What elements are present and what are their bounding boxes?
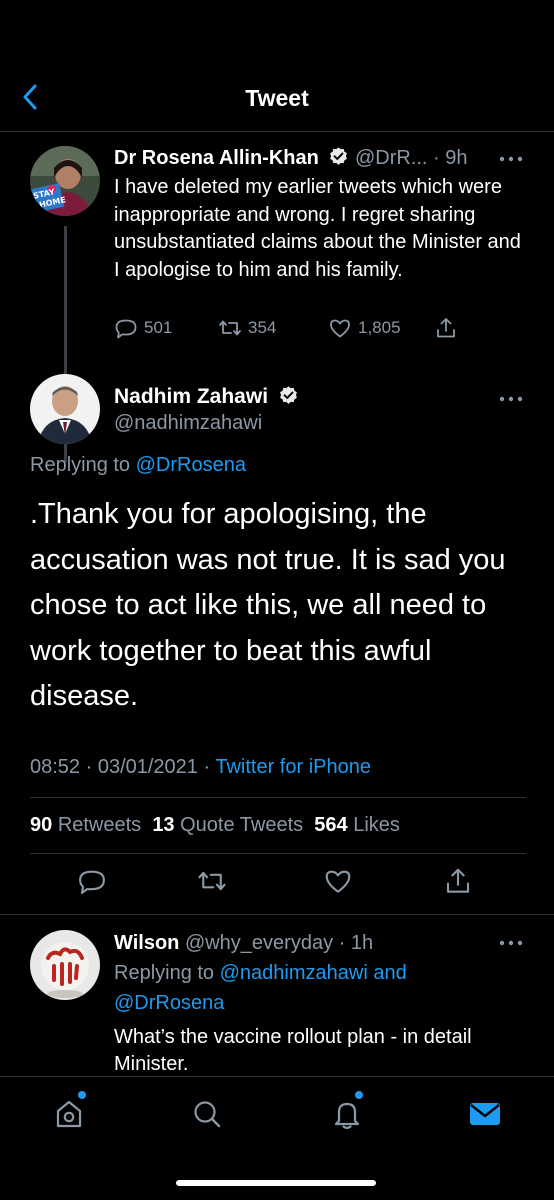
tweet-header: Wilson @why_everyday · 1h: [114, 932, 373, 955]
quotes-count: 13: [152, 814, 175, 836]
replying-prefix: Replying to: [30, 454, 136, 476]
likes-count: 564: [314, 814, 348, 836]
page-title: Tweet: [245, 85, 309, 111]
reply-count: 501: [144, 318, 173, 337]
divider: [30, 853, 526, 854]
like-button[interactable]: 1,805: [328, 316, 401, 340]
tweet-source-link[interactable]: Twitter for iPhone: [215, 756, 371, 778]
retweet-count: 354: [248, 318, 277, 337]
author-name[interactable]: Dr Rosena Allin-Khan: [114, 147, 319, 169]
tweet-actions: [0, 866, 554, 896]
messages-icon[interactable]: [468, 1097, 502, 1131]
more-options-icon[interactable]: [498, 938, 524, 948]
tweet-stats: 90 Retweets 13 Quote Tweets 564 Likes: [30, 814, 400, 837]
tweet-header: Dr Rosena Allin-Khan @DrR... · 9h: [114, 146, 468, 170]
notifications-dot: [355, 1091, 363, 1099]
verified-icon: [278, 385, 299, 406]
tweet-meta: 08:52 · 03/01/2021 · Twitter for iPhone: [30, 756, 371, 779]
retweets-count: 90: [30, 814, 53, 836]
tweet-text: I have deleted my earlier tweets which w…: [114, 176, 521, 281]
likes-label: Likes: [353, 814, 400, 836]
divider: [30, 797, 526, 798]
more-options-icon[interactable]: [498, 154, 524, 164]
retweet-icon[interactable]: [197, 866, 227, 896]
retweets-label: Retweets: [57, 814, 142, 836]
author-handle[interactable]: @nadhimzahawi: [114, 412, 262, 435]
tweet-timestamp: 08:52 · 03/01/2021 ·: [30, 756, 216, 778]
tweet-text: .Thank you for apologising, the accusati…: [30, 498, 506, 712]
share-button[interactable]: [434, 316, 464, 340]
avatar[interactable]: STAY HOME: [30, 146, 100, 216]
heart-icon: [330, 319, 350, 338]
notifications-icon[interactable]: [330, 1097, 364, 1131]
more-options-icon[interactable]: [498, 394, 524, 404]
tweet-text: What’s the vaccine rollout plan - in det…: [114, 1026, 472, 1075]
quotes-label: Quote Tweets: [180, 814, 304, 836]
retweets-stat[interactable]: 90 Retweets: [30, 814, 141, 836]
replying-to: Replying to @nadhimzahawi and @DrRosena: [114, 958, 514, 1018]
replying-handle-link[interactable]: @DrRosena: [136, 454, 246, 476]
reply-icon[interactable]: [77, 866, 107, 896]
home-icon[interactable]: [52, 1097, 86, 1131]
replying-prefix: Replying to: [114, 962, 220, 984]
verified-icon: [328, 146, 349, 167]
top-bar: Tweet: [0, 60, 554, 132]
author-name-text[interactable]: Nadhim Zahawi: [114, 385, 268, 408]
retweet-button[interactable]: 354: [218, 316, 276, 340]
home-indicator: [176, 1180, 376, 1186]
avatar[interactable]: [30, 374, 100, 444]
search-icon[interactable]: [190, 1097, 224, 1131]
reply-icon: [115, 319, 137, 339]
author-name[interactable]: Wilson: [114, 932, 179, 954]
share-icon: [437, 318, 455, 338]
like-count: 1,805: [358, 318, 401, 337]
reply-button[interactable]: 501: [114, 316, 172, 340]
author-handle-time: @DrR... · 9h: [354, 147, 468, 169]
author-handle-time: @why_everyday · 1h: [184, 932, 374, 954]
author-name: Nadhim Zahawi: [114, 385, 299, 409]
divider: [0, 914, 554, 915]
share-icon[interactable]: [443, 866, 473, 896]
retweet-icon: [219, 320, 241, 336]
heart-icon[interactable]: [323, 866, 353, 896]
likes-stat[interactable]: 564 Likes: [314, 814, 400, 836]
avatar[interactable]: [30, 930, 100, 1000]
home-notification-dot: [78, 1091, 86, 1099]
tweet-actions: 501 354 1,805: [114, 316, 474, 342]
quote-tweets-stat[interactable]: 13 Quote Tweets: [152, 814, 303, 836]
replying-to: Replying to @DrRosena: [30, 454, 246, 477]
